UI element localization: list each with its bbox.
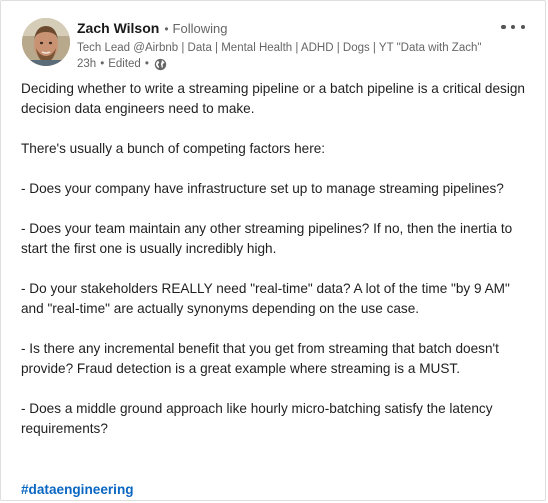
avatar-photo: [22, 18, 70, 66]
post-header: Zach Wilson • Following Tech Lead @Airbn…: [1, 1, 545, 77]
separator-dot: •: [164, 22, 169, 36]
ellipsis-icon: [501, 24, 506, 30]
post-paragraph: - Do your stakeholders REALLY need "real…: [21, 281, 510, 316]
post-body: Deciding whether to write a streaming pi…: [21, 79, 531, 459]
post-paragraph: - Does your company have infrastructure …: [21, 181, 504, 196]
post-card: Zach Wilson • Following Tech Lead @Airbn…: [0, 0, 546, 501]
post-paragraph: There's usually a bunch of competing fac…: [21, 141, 326, 156]
author-name-row: Zach Wilson • Following: [77, 20, 485, 40]
separator-dot: •: [100, 58, 105, 70]
post-paragraph: - Does a middle ground approach like hou…: [21, 401, 493, 436]
author-headline: Tech Lead @Airbnb | Data | Mental Health…: [77, 42, 482, 54]
author-meta: Zach Wilson • Following Tech Lead @Airbn…: [77, 20, 485, 72]
ellipsis-icon: [520, 24, 525, 30]
more-options-button[interactable]: [501, 19, 525, 35]
edited-label: Edited: [108, 58, 141, 70]
hashtag-link[interactable]: #dataengineering: [21, 480, 134, 500]
globe-icon: [154, 58, 167, 71]
post-timestamp-row: 23h • Edited •: [77, 56, 485, 72]
author-avatar[interactable]: [22, 18, 70, 66]
post-age: 23h: [77, 58, 97, 70]
ellipsis-icon: [510, 24, 516, 30]
post-paragraph: - Does your team maintain any other stre…: [21, 221, 513, 256]
follow-status: Following: [172, 21, 228, 36]
author-name[interactable]: Zach Wilson: [77, 20, 159, 36]
post-paragraph: Deciding whether to write a streaming pi…: [21, 81, 525, 116]
post-paragraph: - Is there any incremental benefit that …: [21, 341, 499, 376]
separator-dot: •: [144, 58, 149, 70]
